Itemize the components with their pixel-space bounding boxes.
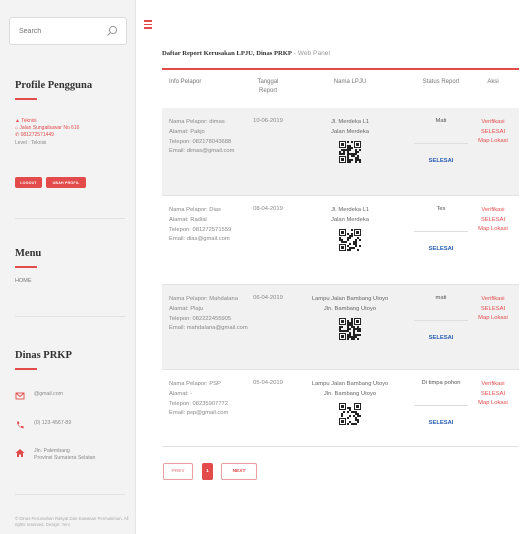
profile-level: Level : Teknisi [15, 140, 47, 146]
envelope-icon [15, 392, 25, 400]
header-tanggal: Tanggal Report [257, 79, 279, 94]
header-lpju: Nama LPJU [333, 79, 367, 85]
report-date: 06-04-2019 [253, 295, 283, 301]
qr-code-icon [339, 403, 361, 425]
selesai-status: SELESAI [428, 158, 454, 164]
selesai-link[interactable]: SELESAI [467, 216, 519, 226]
row-divider [162, 446, 519, 447]
action-links: Verifikasi SELESAI Map Lokasi [467, 118, 519, 147]
selesai-status: SELESAI [428, 246, 454, 252]
dinas-heading-rule [15, 368, 37, 370]
prev-button[interactable]: PREV [163, 463, 193, 480]
reporter-info: Nama Pelapor: Mahdalana Alamat: Plaju Te… [169, 296, 248, 332]
lpju-name: Lampu Jalan Bambang Utoyo Jln. Bambang Ut… [311, 381, 389, 397]
report-status: mati [435, 295, 447, 301]
reporter-info: Nama Pelapor: Dias Alamat: Radial Telepo… [169, 207, 232, 243]
map-lokasi-link[interactable]: Map Lokasi [467, 399, 519, 409]
report-status: Tes [436, 206, 446, 212]
status-divider [414, 405, 468, 406]
verifikasi-link[interactable]: Verifikasi [467, 380, 519, 390]
map-lokasi-link[interactable]: Map Lokasi [467, 314, 519, 324]
page-number-button[interactable]: 1 [202, 463, 213, 480]
status-divider [414, 231, 468, 232]
selesai-link[interactable]: SELESAI [467, 305, 519, 315]
divider [15, 494, 125, 495]
next-button[interactable]: NEXT [221, 463, 257, 480]
profile-name: ▲ Teknisi [15, 118, 37, 124]
profile-phone: ✆ 081272571449 [15, 132, 54, 138]
status-divider [414, 320, 468, 321]
verifikasi-link[interactable]: Verifikasi [467, 118, 519, 128]
table-row: Nama Pelapor: dimas Alamat: Pakjo Telepo… [162, 108, 519, 195]
selesai-link[interactable]: SELESAI [467, 128, 519, 138]
qr-code-icon [339, 141, 361, 163]
logout-button[interactable]: LOGOUT [15, 177, 42, 188]
divider [15, 316, 125, 317]
selesai-link[interactable]: SELESAI [467, 390, 519, 400]
verifikasi-link[interactable]: Verifikasi [467, 295, 519, 305]
report-status: Di timpa pohon [421, 380, 461, 386]
action-links: Verifikasi SELESAI Map Lokasi [467, 295, 519, 324]
menu-heading: Menu [15, 248, 42, 259]
contact-address: Jln. Palembang Provinsi Sumatera Selatan [15, 448, 95, 462]
action-links: Verifikasi SELESAI Map Lokasi [467, 380, 519, 409]
selesai-status: SELESAI [428, 335, 454, 341]
profile-heading-rule [15, 98, 37, 100]
contact-email: @gmail.com [15, 391, 63, 401]
reporter-info: Nama Pelapor: PSP Alamat: - Telepon: 082… [169, 381, 229, 417]
dinas-heading: Dinas PRKP [15, 350, 72, 361]
header-aksi: Aksi [487, 79, 499, 85]
profile-address: ⌂ Jalan Sungaibawar No 616 [15, 125, 80, 131]
contact-phone: (0) 123-4567-89 [15, 420, 71, 430]
lpju-name: Jl. Merdeka L1 Jalan Merdeka [330, 207, 370, 223]
header-info: Info Pelapor [169, 79, 202, 85]
report-date: 05-04-2019 [253, 380, 283, 386]
search-box [9, 17, 127, 45]
edit-profile-button[interactable]: UBAH PROFIL [46, 177, 86, 188]
search-input[interactable] [10, 18, 100, 44]
report-status: Mati [435, 118, 447, 124]
phone-icon [17, 421, 24, 429]
action-links: Verifikasi SELESAI Map Lokasi [467, 206, 519, 235]
footer-text: © Dinas Perumahan Rakyat Dan Kawasan Per… [15, 516, 129, 527]
table-row: Nama Pelapor: Dias Alamat: Radial Telepo… [162, 196, 519, 284]
verifikasi-link[interactable]: Verifikasi [467, 206, 519, 216]
menu-heading-rule [15, 266, 37, 268]
report-date: 08-04-2019 [253, 206, 283, 212]
lpju-name: Jl. Merdeka L1 Jalan Merdeka [330, 119, 370, 135]
selesai-status: SELESAI [428, 420, 454, 426]
table-header: Info Pelapor Tanggal Report Nama LPJU Sta… [162, 72, 519, 108]
header-status: Status Report [422, 79, 460, 85]
sidebar: Profile Pengguna ▲ Teknisi ⌂ Jalan Sunga… [0, 0, 136, 534]
qr-code-icon [339, 229, 361, 251]
status-divider [414, 143, 468, 144]
table-row: Nama Pelapor: PSP Alamat: - Telepon: 082… [162, 370, 519, 446]
lpju-name: Lampu Jalan Bambang Utoyo Jln. Bambang Ut… [311, 296, 389, 312]
map-lokasi-link[interactable]: Map Lokasi [467, 137, 519, 147]
home-icon [15, 449, 25, 457]
search-icon[interactable] [106, 25, 118, 37]
table-top-rule [162, 68, 519, 70]
page-title: Daftar Report Kerusakan LPJU, Dinas PRKP… [162, 50, 330, 57]
qr-code-icon [339, 318, 361, 340]
table-row: Nama Pelapor: Mahdalana Alamat: Plaju Te… [162, 285, 519, 369]
report-date: 10-06-2019 [253, 118, 283, 124]
divider [15, 218, 125, 219]
reporter-info: Nama Pelapor: dimas Alamat: Pakjo Telepo… [169, 119, 235, 155]
menu-item-home[interactable]: HOME [15, 278, 32, 284]
profile-heading: Profile Pengguna [15, 80, 93, 91]
map-lokasi-link[interactable]: Map Lokasi [467, 225, 519, 235]
hamburger-icon[interactable] [144, 20, 152, 29]
